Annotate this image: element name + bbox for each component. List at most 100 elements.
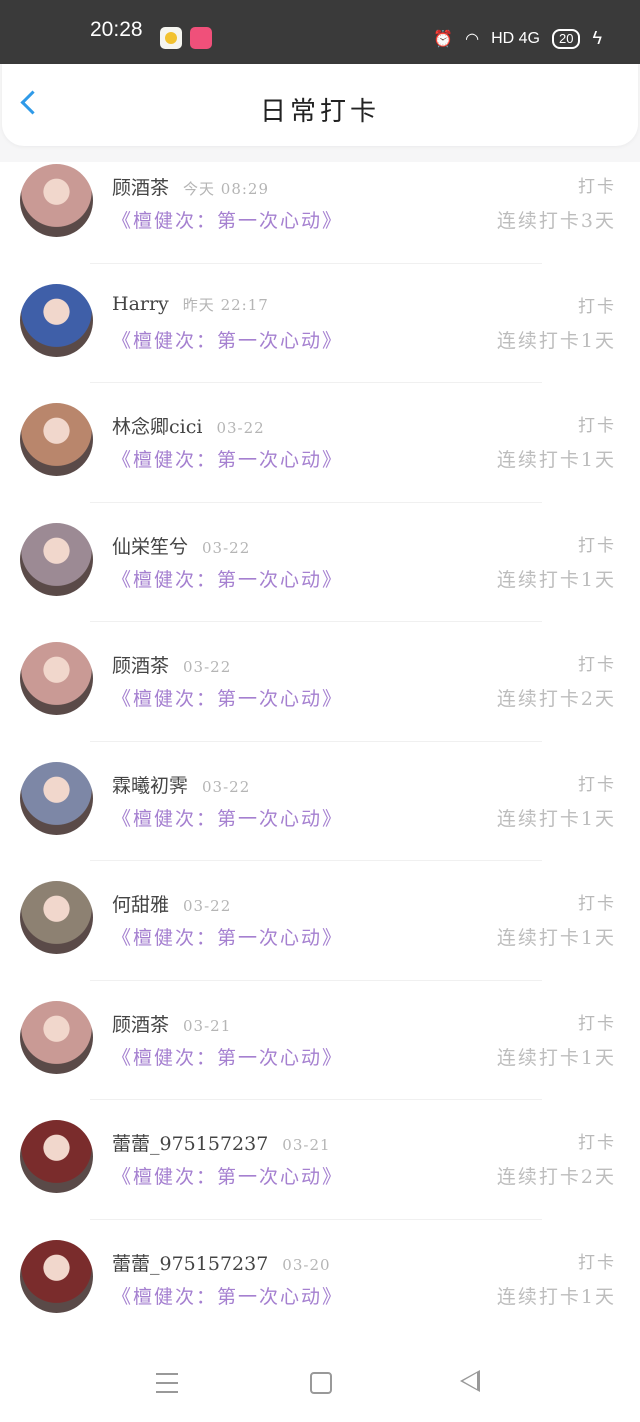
checkin-label: 打卡	[578, 655, 616, 675]
checkin-label: 打卡	[578, 774, 616, 795]
divider	[90, 501, 542, 503]
streak-count: 连续打卡2天	[496, 1166, 616, 1188]
topic-link[interactable]: 《檀健次：第一次心动》	[112, 1162, 343, 1189]
avatar[interactable]	[20, 522, 93, 596]
checkin-label: 打卡	[578, 416, 616, 436]
user-name: 顾酒茶 03-21	[112, 1010, 231, 1037]
home-icon[interactable]	[310, 1372, 332, 1394]
divider	[90, 860, 542, 861]
streak-count: 连续打卡1天	[496, 807, 616, 830]
checkin-label: 打卡	[578, 1252, 616, 1273]
topic-link[interactable]: 《檀健次：第一次心动》	[112, 445, 343, 472]
avatar[interactable]	[20, 761, 93, 835]
streak-count: 连续打卡1天	[496, 329, 616, 352]
avatar[interactable]	[20, 1000, 93, 1074]
divider	[90, 262, 542, 264]
user-name: 林念卿cici 03-22	[112, 412, 265, 439]
avatar[interactable]	[20, 164, 93, 237]
menu-icon[interactable]	[156, 1373, 178, 1393]
network-label: HD 4G	[491, 29, 540, 47]
user-name: 蕾蕾_975157237 03-21	[112, 1129, 331, 1156]
divider	[90, 740, 542, 742]
user-name-text: 顾酒茶	[112, 655, 170, 677]
streak-count: 连续打卡1天	[496, 1046, 616, 1069]
wifi-icon: ◠	[465, 30, 480, 48]
avatar[interactable]	[20, 1120, 93, 1193]
user-name: Harry 昨天 22:17	[112, 293, 269, 315]
list-item[interactable]: 林念卿cici 03-22 打卡《檀健次：第一次心动》 连续打卡1天	[0, 401, 640, 521]
topic-link[interactable]: 《檀健次：第一次心动》	[112, 923, 343, 950]
streak-count: 连续打卡2天	[496, 688, 616, 710]
user-name-text: 顾酒茶	[112, 1013, 170, 1036]
user-name-text: 顾酒茶	[112, 177, 170, 199]
list-item[interactable]: 霖曦初霁 03-22 打卡《檀健次：第一次心动》 连续打卡1天	[0, 760, 640, 880]
user-name: 何甜雅 03-22	[112, 890, 231, 917]
streak-count: 连续打卡1天	[496, 927, 616, 949]
topic-link[interactable]: 《檀健次：第一次心动》	[112, 326, 343, 353]
list-item[interactable]: 顾酒茶 03-22 打卡《檀健次：第一次心动》 连续打卡2天	[0, 640, 640, 760]
topic-link[interactable]: 《檀健次：第一次心动》	[112, 1043, 343, 1070]
checkin-date: 03-22	[202, 538, 251, 557]
user-name: 顾酒茶 今天 08:29	[112, 173, 269, 200]
charging-icon: ϟ	[592, 28, 602, 48]
list-item[interactable]: 顾酒茶 今天 08:29 打卡《檀健次：第一次心动》 连续打卡3天	[0, 162, 640, 282]
topic-link[interactable]: 《檀健次：第一次心动》	[112, 1282, 343, 1309]
user-name: 仙栄笙兮 03-22	[112, 532, 250, 559]
checkin-date: 03-20	[282, 1255, 331, 1274]
checkin-date: 03-22	[202, 777, 251, 796]
avatar[interactable]	[20, 283, 93, 357]
user-name-text: Harry	[112, 292, 169, 315]
status-bar: 20:28 ⏰ ◠ HD 4G 20 ϟ	[0, 0, 640, 64]
alarm-icon: ⏰	[433, 30, 454, 48]
avatar[interactable]	[20, 403, 93, 476]
checkin-date: 昨天 22:17	[182, 295, 269, 314]
system-nav-bar	[0, 1338, 640, 1422]
checkin-label: 打卡	[578, 296, 616, 317]
avatar[interactable]	[20, 881, 93, 954]
streak-count: 连续打卡3天	[496, 210, 616, 232]
checkin-label: 打卡	[578, 894, 616, 914]
list-item[interactable]: 顾酒茶 03-21 打卡 《檀健次：第一次心动》 连续打卡1天	[0, 999, 640, 1119]
user-name-text: 林念卿cici	[112, 416, 203, 438]
status-indicators: ⏰ ◠ HD 4G 20 ϟ	[433, 28, 602, 49]
checkin-date: 03-22	[183, 658, 232, 676]
page-header: 日常打卡	[2, 64, 638, 146]
avatar[interactable]	[20, 642, 93, 715]
user-name: 顾酒茶 03-22	[112, 651, 231, 678]
divider	[90, 1218, 542, 1220]
battery-icon: 20	[552, 28, 581, 49]
checkin-list[interactable]: 顾酒茶 今天 08:29 打卡 《檀健次：第一次心动》 连续打卡3天 Harry 昨天 22…	[0, 162, 640, 1339]
user-name-text: 何甜雅	[112, 894, 170, 916]
checkin-label: 打卡	[578, 1133, 616, 1153]
page-title: 日常打卡	[259, 97, 380, 127]
divider	[90, 979, 542, 981]
divider	[90, 382, 542, 383]
checkin-date: 03-21	[282, 1136, 331, 1154]
streak-count: 连续打卡1天	[496, 1285, 616, 1308]
divider	[90, 621, 542, 622]
topic-link[interactable]: 《檀健次：第一次心动》	[112, 684, 343, 711]
topic-link[interactable]: 《檀健次：第一次心动》	[112, 565, 343, 592]
checkin-date: 03-21	[183, 1016, 232, 1035]
status-time: 20:28	[90, 18, 143, 41]
user-name-text: 蕾蕾_975157237	[112, 1252, 269, 1275]
checkin-label: 打卡	[578, 177, 616, 197]
avatar[interactable]	[20, 1239, 93, 1313]
checkin-date: 03-22	[216, 419, 265, 437]
topic-link[interactable]: 《檀健次：第一次心动》	[112, 206, 343, 233]
topic-link[interactable]: 《檀健次：第一次心动》	[112, 804, 343, 831]
notification-app-icon	[160, 27, 182, 49]
user-name-text: 霖曦初霁	[112, 774, 189, 797]
notification-app-icon-2	[190, 27, 212, 49]
list-item[interactable]: Harry 昨天 22:17 打卡《檀健次：第一次心动》 连续打卡1天	[0, 282, 640, 402]
user-name-text: 仙栄笙兮	[112, 535, 189, 558]
back-triangle-icon[interactable]	[460, 1370, 480, 1392]
list-item[interactable]: 何甜雅 03-22 打卡《檀健次：第一次心动》 连续打卡1天	[0, 879, 640, 999]
list-item[interactable]: 蕾蕾_975157237 03-21 打卡《檀健次：第一次心动》 连续打卡2天	[0, 1118, 640, 1238]
user-name-text: 蕾蕾_975157237	[112, 1133, 269, 1155]
checkin-date: 今天 08:29	[183, 180, 270, 198]
streak-count: 连续打卡1天	[496, 449, 616, 471]
divider	[90, 1099, 542, 1100]
list-item[interactable]: 仙栄笙兮 03-22 打卡 《檀健次：第一次心动》 连续打卡1天	[0, 521, 640, 641]
user-name: 霖曦初霁 03-22	[112, 771, 250, 798]
